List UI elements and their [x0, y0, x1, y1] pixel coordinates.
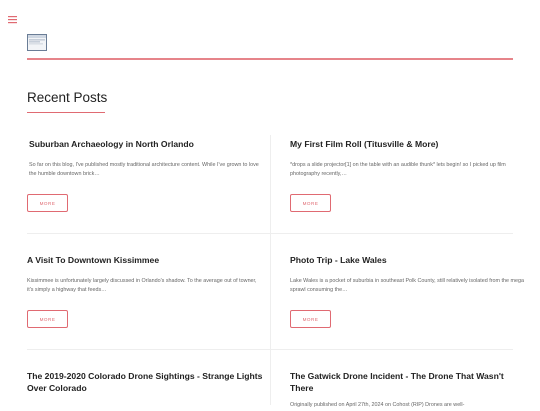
site-logo-icon[interactable]: [27, 34, 47, 51]
row-divider: [27, 349, 513, 350]
post-title[interactable]: A Visit To Downtown Kissimmee: [27, 255, 263, 267]
more-button[interactable]: MORE: [27, 194, 68, 212]
section-title: Recent Posts: [27, 90, 108, 105]
post-card: My First Film Roll (Titusville & More) *…: [290, 139, 526, 180]
more-button[interactable]: MORE: [27, 310, 68, 328]
hamburger-menu-icon[interactable]: [8, 12, 18, 24]
post-card: Photo Trip - Lake Wales Lake Wales is a …: [290, 255, 526, 296]
section-title-underline: [27, 112, 105, 113]
post-excerpt: Lake Wales is a pocket of suburbia in so…: [290, 277, 525, 294]
post-excerpt: So far on this blog, I've published most…: [29, 161, 259, 178]
row-divider: [27, 233, 513, 234]
post-card: The 2019-2020 Colorado Drone Sightings -…: [27, 371, 265, 394]
post-title[interactable]: Suburban Archaeology in North Orlando: [29, 139, 265, 151]
post-title[interactable]: Photo Trip - Lake Wales: [290, 255, 526, 267]
post-card: Suburban Archaeology in North Orlando So…: [29, 139, 265, 180]
column-divider: [270, 135, 271, 405]
more-button[interactable]: MORE: [290, 194, 331, 212]
post-excerpt: Originally published on April 27th, 2024…: [290, 402, 465, 409]
post-excerpt: *drops a slide projector[1] on the table…: [290, 161, 506, 178]
post-title[interactable]: The 2019-2020 Colorado Drone Sightings -…: [27, 371, 265, 394]
post-title[interactable]: My First Film Roll (Titusville & More): [290, 139, 526, 151]
post-card: A Visit To Downtown Kissimmee Kissimmee …: [27, 255, 263, 296]
header-divider: [27, 58, 513, 60]
more-button[interactable]: MORE: [290, 310, 331, 328]
post-title[interactable]: The Gatwick Drone Incident - The Drone T…: [290, 371, 526, 394]
post-excerpt: Kissimmee is unfortunately largely discu…: [27, 277, 257, 294]
